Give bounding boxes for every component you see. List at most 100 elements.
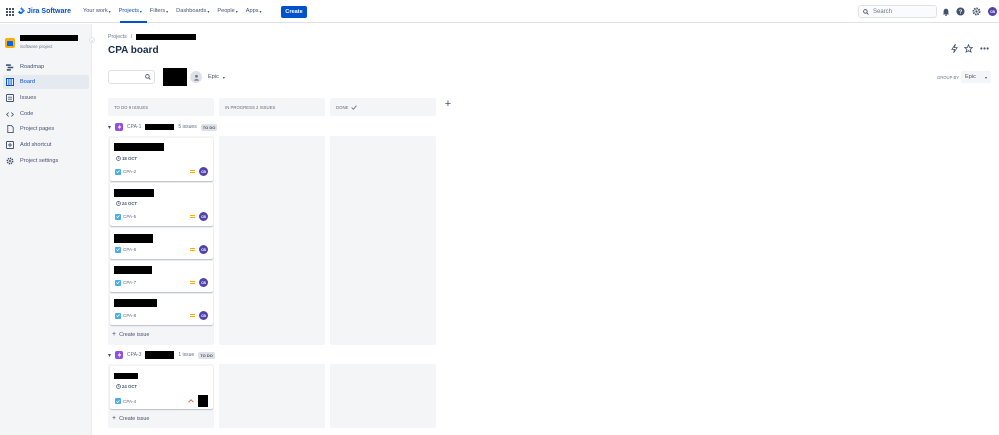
nav-people[interactable]: People ▾: [217, 8, 237, 14]
sidebar-item-project-settings[interactable]: Project settings: [3, 154, 89, 168]
group-by-dropdown[interactable]: Epic ▾: [961, 71, 991, 83]
issue-key[interactable]: CPA-2: [123, 169, 136, 174]
create-button[interactable]: Create: [281, 6, 307, 18]
issue-key[interactable]: CPA-7: [123, 280, 136, 285]
column-done-lane-1: [330, 136, 436, 345]
nav-label: Filters: [149, 8, 166, 14]
epic-filter-dropdown[interactable]: Epic ▾: [208, 72, 225, 82]
chevron-down-icon[interactable]: ▾: [108, 352, 111, 359]
notifications-icon[interactable]: [941, 7, 950, 16]
epic-key: CPA-3: [127, 352, 142, 358]
issue-card[interactable]: CPA-7 CB: [110, 261, 213, 292]
assignee-avatar[interactable]: CB: [199, 245, 208, 254]
star-icon[interactable]: [964, 44, 973, 53]
chevron-down-icon[interactable]: ▾: [108, 124, 111, 131]
due-date: 24 OCT: [116, 384, 137, 389]
app-switcher-icon[interactable]: [6, 8, 14, 16]
primary-nav: Your work ▾ Projects ▾ Filters ▾ Dashboards…: [83, 8, 262, 14]
column-title: IN PROGRESS 2 ISSUES: [225, 104, 276, 110]
product-name: Jira Software: [27, 8, 71, 15]
board-search-input[interactable]: [108, 70, 155, 84]
column-title: TO DO 9 ISSUES: [114, 104, 149, 110]
plus-icon: +: [112, 415, 117, 422]
profile-avatar[interactable]: CB: [988, 7, 997, 16]
sidebar-item-label: Project settings: [20, 158, 59, 164]
priority-medium-icon: [190, 281, 195, 284]
swimlane-header-epic-2[interactable]: ▾ CPA-3 1 issue TO DO: [108, 350, 215, 360]
create-issue-label: Create issue: [119, 415, 150, 422]
sidebar-item-label: Board: [20, 79, 35, 85]
help-icon[interactable]: ?: [956, 7, 965, 16]
nav-filters[interactable]: Filters ▾: [150, 8, 168, 14]
automation-bolt-icon[interactable]: [950, 44, 959, 53]
sidebar-item-code[interactable]: Code: [3, 107, 89, 121]
card-footer: CPA-4: [115, 395, 208, 407]
column-header-todo[interactable]: TO DO 9 ISSUES: [108, 98, 214, 116]
sidebar-item-issues[interactable]: Issues: [3, 91, 89, 105]
issue-card[interactable]: 24 OCT CPA-5 CB: [110, 183, 213, 226]
status-lozenge: TO DO: [200, 123, 218, 131]
svg-text:?: ?: [959, 10, 963, 16]
nav-apps[interactable]: Apps ▾: [246, 8, 262, 14]
card-footer: CPA-2 CB: [115, 167, 208, 176]
create-issue-button[interactable]: + Create issue: [112, 415, 149, 422]
epic-icon: [115, 123, 124, 131]
sidebar-item-roadmap[interactable]: Roadmap: [3, 60, 89, 74]
task-type-icon: [115, 168, 121, 175]
breadcrumb-project-redacted[interactable]: [136, 34, 197, 40]
due-date: 18 OCT: [116, 156, 137, 161]
sidebar-item-project-pages[interactable]: Project pages: [3, 122, 89, 136]
card-summary-redacted: [114, 373, 138, 379]
more-options-icon[interactable]: [980, 44, 989, 53]
roadmap-icon: [6, 63, 14, 71]
assignee-avatar[interactable]: CB: [199, 167, 208, 176]
card-footer: CPA-8 CB: [115, 311, 208, 320]
breadcrumb: Projects /: [108, 34, 197, 40]
nav-dashboards[interactable]: Dashboards ▾: [176, 8, 209, 14]
issue-key[interactable]: CPA-6: [123, 247, 136, 252]
sidebar-item-label: Code: [20, 111, 34, 117]
issue-key[interactable]: CPA-4: [123, 399, 136, 404]
swimlane-header-epic-1[interactable]: ▾ CPA-1 5 issues TO DO: [108, 122, 218, 132]
assignee-avatar[interactable]: CB: [199, 311, 208, 320]
issue-key[interactable]: CPA-8: [123, 313, 136, 318]
task-type-icon: [115, 246, 121, 253]
assignee-avatar[interactable]: CB: [199, 212, 208, 221]
chevron-down-icon: ▾: [259, 8, 262, 14]
assignee-avatar-redacted[interactable]: [198, 395, 208, 407]
search-icon: [145, 74, 151, 80]
create-issue-button[interactable]: + Create issue: [112, 331, 149, 338]
due-date-text: 18 OCT: [122, 156, 138, 161]
assignee-avatar-redacted[interactable]: [163, 68, 187, 86]
column-done-lane-2: [330, 364, 436, 428]
nav-label: Your work: [83, 8, 108, 14]
settings-gear-icon[interactable]: [972, 7, 981, 16]
nav-projects[interactable]: Projects ▾: [119, 8, 142, 14]
column-header-in-progress[interactable]: IN PROGRESS 2 ISSUES: [219, 98, 325, 116]
add-column-button[interactable]: +: [442, 98, 454, 110]
sidebar-item-add-shortcut[interactable]: Add shortcut: [3, 138, 89, 152]
add-people-icon[interactable]: [190, 71, 202, 83]
issue-key[interactable]: CPA-5: [123, 214, 136, 219]
issue-card[interactable]: 24 OCT CPA-4: [110, 366, 213, 409]
search-input[interactable]: Search: [858, 5, 937, 18]
user-avatar: CB: [988, 7, 997, 16]
code-icon: [6, 110, 14, 118]
nav-your-work[interactable]: Your work ▾: [83, 8, 111, 14]
column-header-done[interactable]: DONE: [330, 98, 436, 116]
due-date: 24 OCT: [116, 201, 137, 206]
issue-card[interactable]: 18 OCT CPA-2 CB: [110, 138, 213, 181]
breadcrumb-projects[interactable]: Projects: [108, 34, 127, 40]
column-in-progress-lane-1: [219, 136, 325, 345]
collapse-sidebar-icon[interactable]: ‹: [89, 37, 95, 43]
assignee-avatar[interactable]: CB: [199, 278, 208, 287]
task-type-icon: [115, 398, 121, 404]
jira-logo[interactable]: Jira Software: [18, 7, 71, 16]
chevron-down-icon: ▾: [139, 8, 142, 14]
chevron-down-icon: ▾: [108, 8, 111, 14]
sidebar-item-board[interactable]: Board: [3, 75, 89, 89]
card-summary-redacted: [114, 299, 157, 307]
issue-card[interactable]: CPA-6 CB: [110, 228, 213, 259]
board-icon: [6, 78, 14, 86]
issue-card[interactable]: CPA-8 CB: [110, 294, 213, 325]
